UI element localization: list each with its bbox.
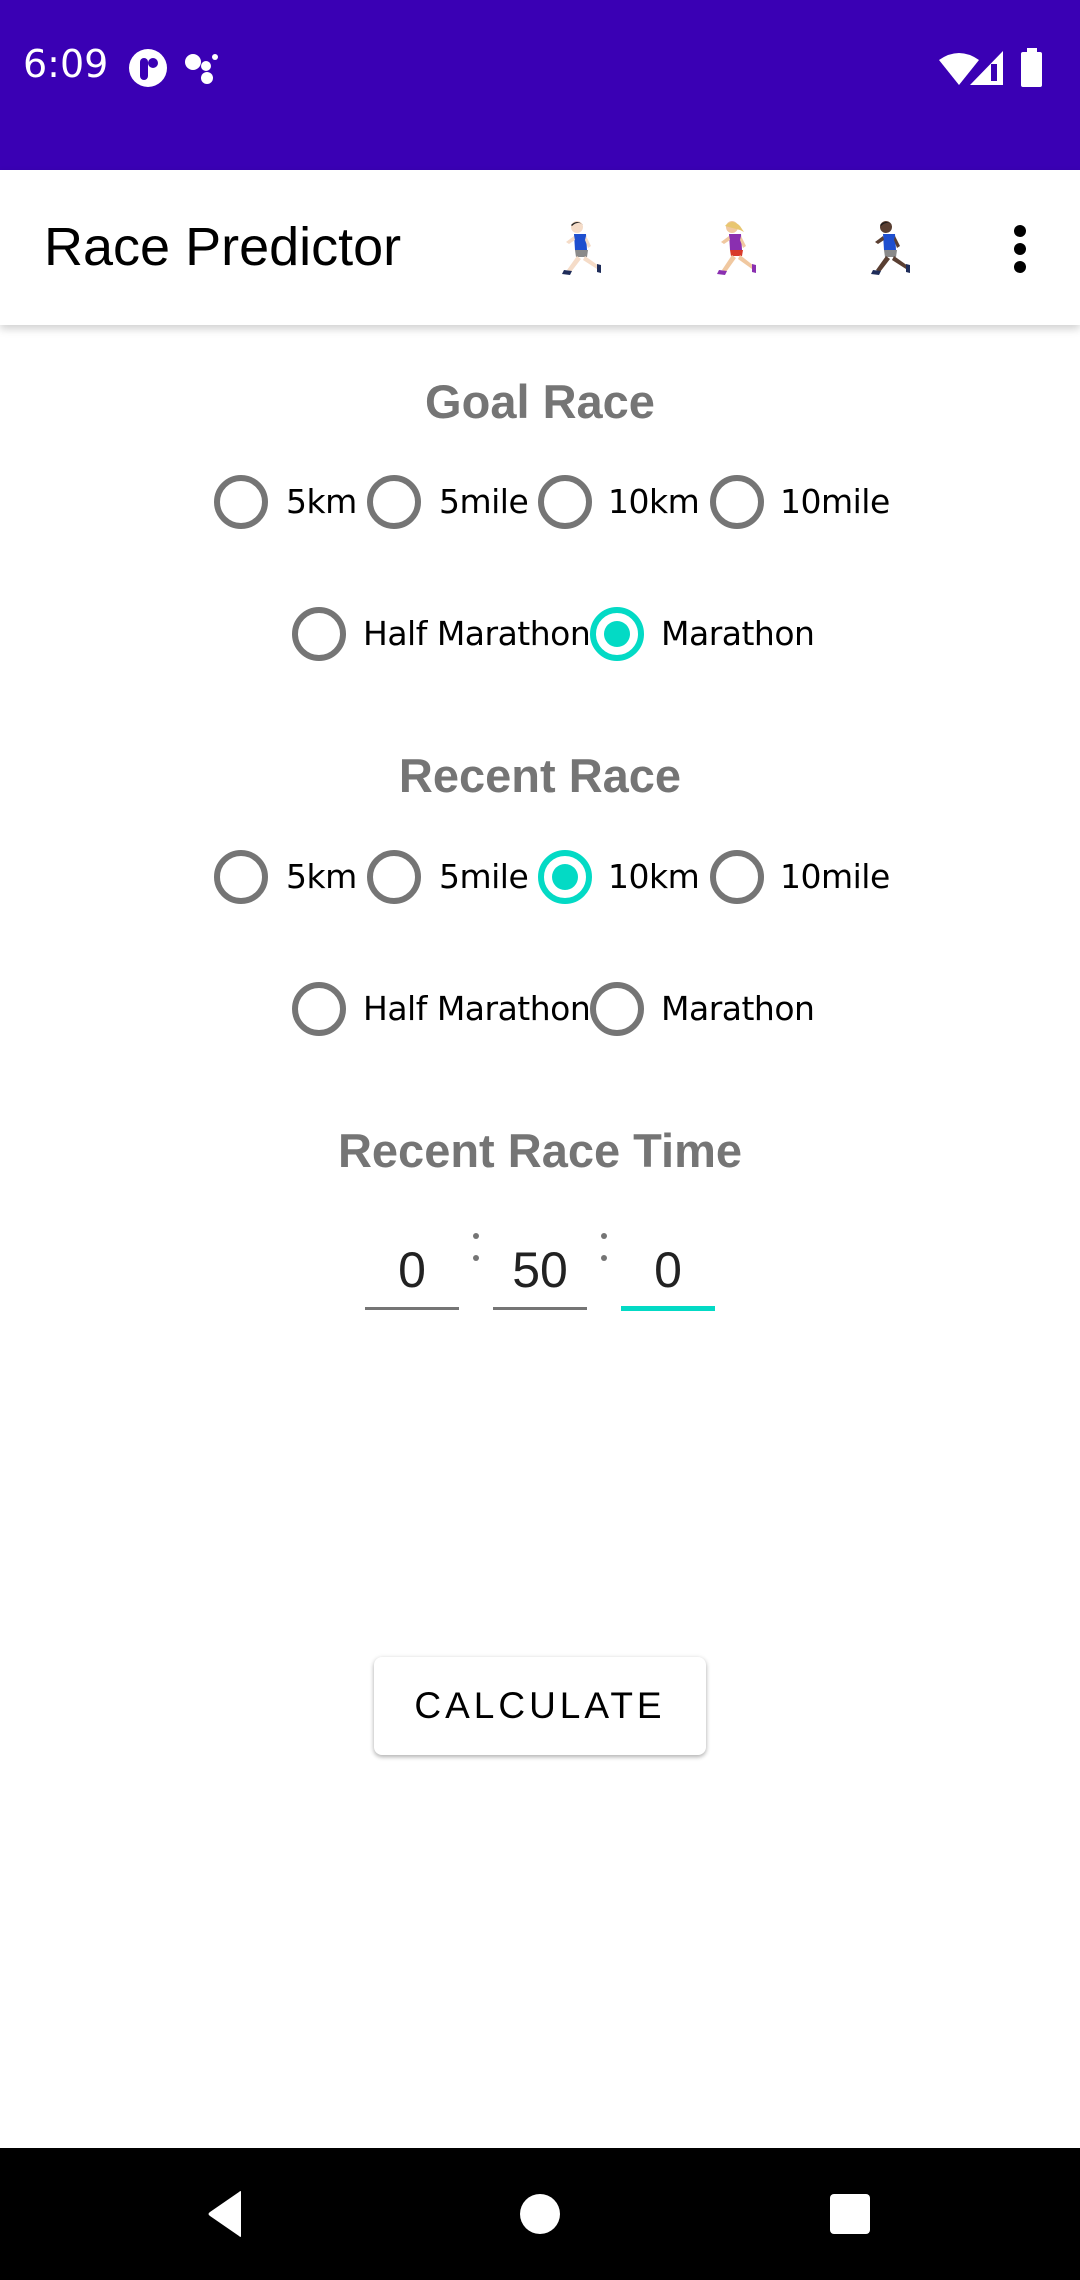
colon-separator-dot xyxy=(473,1255,479,1261)
recent-race-time-heading: Recent Race Time xyxy=(337,1124,743,1177)
assistant-dots-icon xyxy=(185,54,218,84)
recents-button[interactable] xyxy=(810,2178,890,2250)
home-button[interactable] xyxy=(500,2178,580,2250)
calculate-button[interactable]: CALCULATE xyxy=(374,1657,706,1755)
app-title: Race Predictor xyxy=(44,217,402,277)
back-button[interactable] xyxy=(185,2178,265,2250)
minutes-input[interactable] xyxy=(493,1235,587,1305)
goal-label-10km[interactable]: 10km xyxy=(608,482,700,521)
goal-radio-5km[interactable] xyxy=(214,475,268,529)
back-icon xyxy=(208,2191,241,2237)
goal-radio-half-marathon[interactable] xyxy=(292,607,346,661)
goal-label-marathon[interactable]: Marathon xyxy=(661,614,815,653)
recent-radio-marathon[interactable] xyxy=(590,982,644,1036)
podcast-app-icon xyxy=(129,49,167,87)
goal-radio-10km[interactable] xyxy=(538,475,592,529)
goal-radio-10mile[interactable] xyxy=(710,475,764,529)
goal-label-10mile[interactable]: 10mile xyxy=(780,482,890,521)
recent-radio-10km[interactable] xyxy=(538,850,592,904)
status-time: 6:09 xyxy=(23,42,109,86)
navigation-bar xyxy=(0,2148,1080,2280)
home-icon xyxy=(520,2194,560,2234)
app-bar: Race Predictor xyxy=(0,170,1080,325)
more-vert-icon[interactable] xyxy=(1000,222,1040,278)
runner-dark-skin-icon[interactable] xyxy=(866,220,920,278)
goal-radio-marathon[interactable] xyxy=(590,607,644,661)
recent-label-half-marathon[interactable]: Half Marathon xyxy=(363,989,591,1028)
cell-signal-icon xyxy=(970,51,1003,85)
recent-label-marathon[interactable]: Marathon xyxy=(661,989,815,1028)
hours-underline xyxy=(365,1307,459,1310)
recent-label-5mile[interactable]: 5mile xyxy=(439,857,529,896)
minutes-underline xyxy=(493,1307,587,1310)
recents-icon xyxy=(830,2194,870,2234)
recent-label-10mile[interactable]: 10mile xyxy=(780,857,890,896)
colon-separator-dot xyxy=(473,1233,479,1239)
goal-radio-5mile[interactable] xyxy=(367,475,421,529)
colon-separator-dot xyxy=(601,1255,607,1261)
goal-label-5km[interactable]: 5km xyxy=(286,482,357,521)
status-bar: 6:09 xyxy=(0,0,1080,170)
woman-runner-icon[interactable] xyxy=(712,220,766,278)
goal-label-half-marathon[interactable]: Half Marathon xyxy=(363,614,591,653)
recent-radio-10mile[interactable] xyxy=(710,850,764,904)
recent-label-10km[interactable]: 10km xyxy=(608,857,700,896)
goal-label-5mile[interactable]: 5mile xyxy=(439,482,529,521)
recent-label-5km[interactable]: 5km xyxy=(286,857,357,896)
battery-icon xyxy=(1021,48,1042,87)
seconds-underline xyxy=(621,1306,715,1311)
recent-radio-half-marathon[interactable] xyxy=(292,982,346,1036)
recent-radio-5km[interactable] xyxy=(214,850,268,904)
colon-separator-dot xyxy=(601,1233,607,1239)
hours-input[interactable] xyxy=(365,1235,459,1305)
goal-race-heading: Goal Race xyxy=(425,375,655,428)
seconds-input[interactable] xyxy=(621,1235,715,1305)
recent-race-heading: Recent Race xyxy=(398,749,682,802)
recent-radio-5mile[interactable] xyxy=(367,850,421,904)
runner-light-skin-icon[interactable] xyxy=(557,220,611,278)
